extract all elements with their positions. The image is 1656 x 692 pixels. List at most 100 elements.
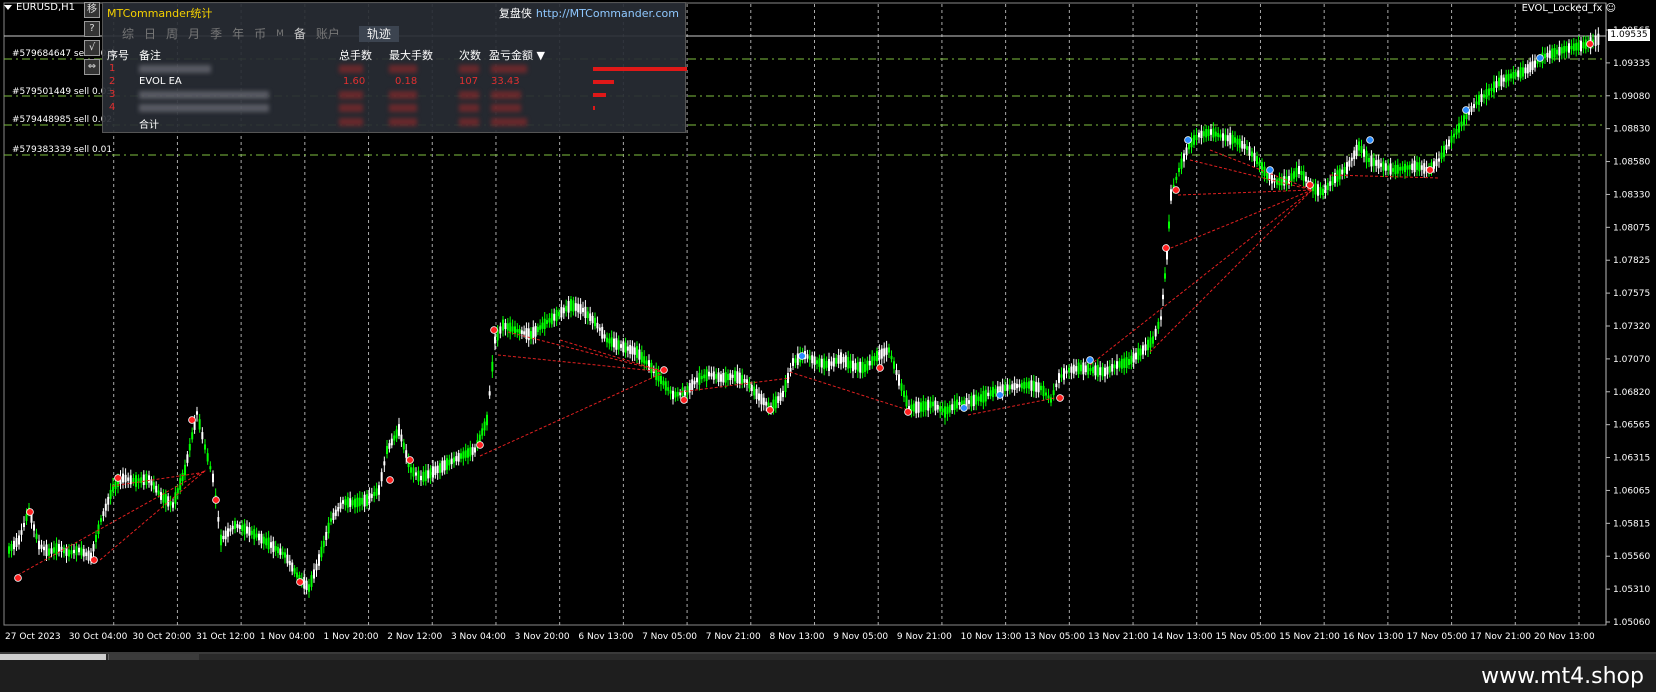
- price-tick-label: 1.08580: [1613, 158, 1650, 168]
- candle-body: [1522, 67, 1524, 77]
- candle-body: [388, 443, 391, 449]
- order-label[interactable]: #579501449 sell 0.03: [12, 87, 112, 97]
- col-header-count[interactable]: 次数: [459, 47, 481, 63]
- candle-body: [293, 568, 296, 574]
- candle-body: [640, 352, 643, 363]
- track-button[interactable]: 轨迹: [358, 26, 399, 42]
- candle-body: [457, 453, 460, 462]
- link-url[interactable]: http://MTCommander.com: [536, 7, 679, 20]
- candle-body: [691, 379, 694, 392]
- candle-body: [553, 313, 556, 321]
- col-header-max-lots[interactable]: 最大手数: [389, 47, 433, 63]
- tab-overall[interactable]: 综: [117, 26, 139, 42]
- candle-body: [698, 372, 701, 385]
- candle-body: [584, 306, 587, 318]
- candle-body: [1396, 164, 1399, 174]
- candle-body: [787, 373, 789, 383]
- price-tick-label: 1.07575: [1613, 289, 1650, 299]
- candle-body: [883, 348, 886, 357]
- candle-body: [1519, 67, 1522, 79]
- candle-body: [1040, 385, 1042, 391]
- candle-body: [8, 546, 10, 554]
- candle-body: [558, 311, 560, 317]
- tab-day[interactable]: 日: [139, 26, 161, 42]
- candle-body: [346, 497, 349, 508]
- candle-body: [944, 406, 946, 418]
- candle-body: [499, 326, 502, 334]
- candle-body: [281, 551, 284, 555]
- chart-tab[interactable]: [0, 654, 106, 660]
- tab-month[interactable]: 月: [183, 26, 205, 42]
- candle-body: [145, 473, 148, 485]
- swap-tool-button[interactable]: ⇔: [84, 59, 100, 75]
- candle-body: [351, 500, 354, 506]
- candle-body: [231, 525, 234, 530]
- chart-tab[interactable]: [108, 654, 199, 660]
- candle-body: [1070, 366, 1073, 373]
- order-label[interactable]: #579448985 sell 0.02: [12, 115, 112, 125]
- candle-body: [840, 352, 842, 364]
- move-tool-button[interactable]: 移: [84, 2, 100, 18]
- candle-body: [169, 501, 172, 506]
- candle-body: [1226, 135, 1229, 142]
- tab-quarter[interactable]: 季: [205, 26, 227, 42]
- col-header-total-lots[interactable]: 总手数: [339, 47, 372, 63]
- candle-body: [325, 531, 328, 541]
- time-tick-label: 6 Nov 13:00: [578, 632, 633, 642]
- candle-body: [1406, 165, 1409, 170]
- price-tick-label: 1.09335: [1613, 59, 1650, 69]
- candle-body: [936, 404, 939, 410]
- tab-magic[interactable]: M: [271, 26, 289, 42]
- candle-body: [1222, 133, 1224, 141]
- candle-body: [427, 470, 430, 479]
- candle-body: [753, 386, 756, 396]
- candle-body: [386, 446, 388, 454]
- panel-link[interactable]: 复盘侠 http://MTCommander.com: [499, 5, 679, 21]
- candle-body: [794, 358, 797, 363]
- candle-body: [248, 527, 251, 536]
- candle-body: [1035, 381, 1038, 392]
- candle-body: [1089, 368, 1092, 372]
- candle-body: [502, 319, 504, 331]
- candle-body: [349, 498, 352, 507]
- candle-body: [1116, 361, 1118, 369]
- redacted-value: [389, 104, 417, 112]
- candle-body: [33, 524, 35, 531]
- price-chart[interactable]: 1.095651.093351.090801.088301.085801.083…: [0, 0, 1656, 652]
- check-tool-button[interactable]: √: [84, 40, 100, 56]
- candle-body: [1290, 173, 1293, 182]
- candle-body: [589, 313, 592, 321]
- candle-body: [977, 396, 980, 402]
- redacted-value: [339, 104, 363, 112]
- order-label[interactable]: #579383339 sell 0.01: [12, 145, 112, 155]
- candle-body: [243, 523, 246, 535]
- candle-body: [1565, 46, 1568, 52]
- dropdown-triangle-icon[interactable]: [4, 4, 12, 10]
- candle-body: [574, 303, 577, 311]
- tab-week[interactable]: 周: [161, 26, 183, 42]
- col-header-pnl[interactable]: 盈亏金额 ▼: [489, 47, 545, 63]
- candle-body: [1343, 166, 1346, 174]
- candle-body: [491, 361, 494, 372]
- candle-body: [1551, 48, 1554, 59]
- col-header-index[interactable]: 序号: [107, 47, 129, 63]
- candle-body: [806, 354, 809, 359]
- col-header-note[interactable]: 备注: [139, 47, 161, 63]
- time-tick-label: 20 Nov 13:00: [1534, 632, 1595, 642]
- candle-body: [1350, 157, 1353, 161]
- candle-body: [970, 396, 973, 407]
- time-tick-label: 3 Nov 04:00: [451, 632, 506, 642]
- tab-year[interactable]: 年: [227, 26, 249, 42]
- candle-body: [562, 307, 565, 314]
- tab-currency[interactable]: 币: [249, 26, 271, 42]
- candle-body: [1261, 162, 1263, 173]
- candle-body: [762, 397, 765, 406]
- candle-body: [922, 400, 925, 412]
- candle-body: [1025, 382, 1028, 389]
- candle-body: [383, 461, 386, 466]
- help-tool-button[interactable]: ?: [84, 21, 100, 37]
- tab-account[interactable]: 账户: [311, 26, 345, 42]
- trade-marker: [114, 474, 122, 482]
- time-tick-label: 8 Nov 13:00: [770, 632, 825, 642]
- tab-note[interactable]: 备: [289, 26, 311, 42]
